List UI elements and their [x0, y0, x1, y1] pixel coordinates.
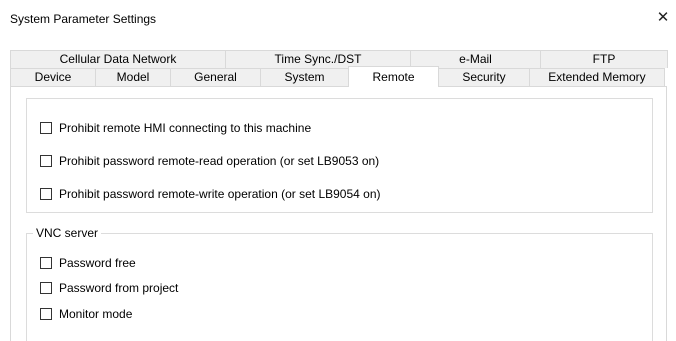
- tab-row-back: Cellular Data Network Time Sync./DST e-M…: [10, 50, 668, 68]
- tab-security[interactable]: Security: [438, 68, 530, 86]
- prohibit-password-remote-read-label: Prohibit password remote-read operation …: [59, 154, 380, 168]
- password-free-label: Password free: [59, 256, 136, 270]
- prohibit-remote-hmi-checkbox[interactable]: [40, 122, 52, 134]
- option-prohibit-password-remote-write[interactable]: Prohibit password remote-write operation…: [40, 186, 381, 202]
- prohibit-password-remote-write-checkbox[interactable]: [40, 188, 52, 200]
- monitor-mode-label: Monitor mode: [59, 307, 133, 321]
- password-from-project-label: Password from project: [59, 281, 179, 295]
- tab-control: Cellular Data Network Time Sync./DST e-M…: [10, 50, 668, 341]
- monitor-mode-checkbox[interactable]: [40, 308, 52, 320]
- tab-remote[interactable]: Remote: [348, 66, 439, 87]
- tab-cellular-data-network[interactable]: Cellular Data Network: [10, 50, 226, 68]
- tab-device[interactable]: Device: [10, 68, 96, 86]
- vnc-server-legend: VNC server: [33, 226, 102, 240]
- tab-model[interactable]: Model: [95, 68, 171, 86]
- tab-ftp[interactable]: FTP: [540, 50, 668, 68]
- remote-tab-panel: Prohibit remote HMI connecting to this m…: [10, 86, 667, 341]
- option-prohibit-remote-hmi[interactable]: Prohibit remote HMI connecting to this m…: [40, 120, 311, 136]
- tab-extended-memory[interactable]: Extended Memory: [529, 68, 665, 86]
- prohibit-password-remote-read-checkbox[interactable]: [40, 155, 52, 167]
- password-free-checkbox[interactable]: [40, 257, 52, 269]
- close-icon[interactable]: ✕: [654, 8, 672, 28]
- tab-system[interactable]: System: [260, 68, 349, 86]
- tab-general[interactable]: General: [170, 68, 261, 86]
- prohibit-remote-hmi-label: Prohibit remote HMI connecting to this m…: [59, 121, 312, 135]
- option-prohibit-password-remote-read[interactable]: Prohibit password remote-read operation …: [40, 153, 379, 169]
- password-from-project-checkbox[interactable]: [40, 282, 52, 294]
- option-password-from-project[interactable]: Password from project: [40, 280, 178, 296]
- option-monitor-mode[interactable]: Monitor mode: [40, 306, 132, 322]
- dialog-title: System Parameter Settings: [10, 12, 157, 26]
- prohibit-password-remote-write-label: Prohibit password remote-write operation…: [59, 187, 381, 201]
- system-parameter-settings-dialog: System Parameter Settings ✕ Cellular Dat…: [0, 0, 676, 341]
- tab-row-front: Device Model General System Remote Secur…: [10, 66, 665, 87]
- option-password-free[interactable]: Password free: [40, 255, 136, 271]
